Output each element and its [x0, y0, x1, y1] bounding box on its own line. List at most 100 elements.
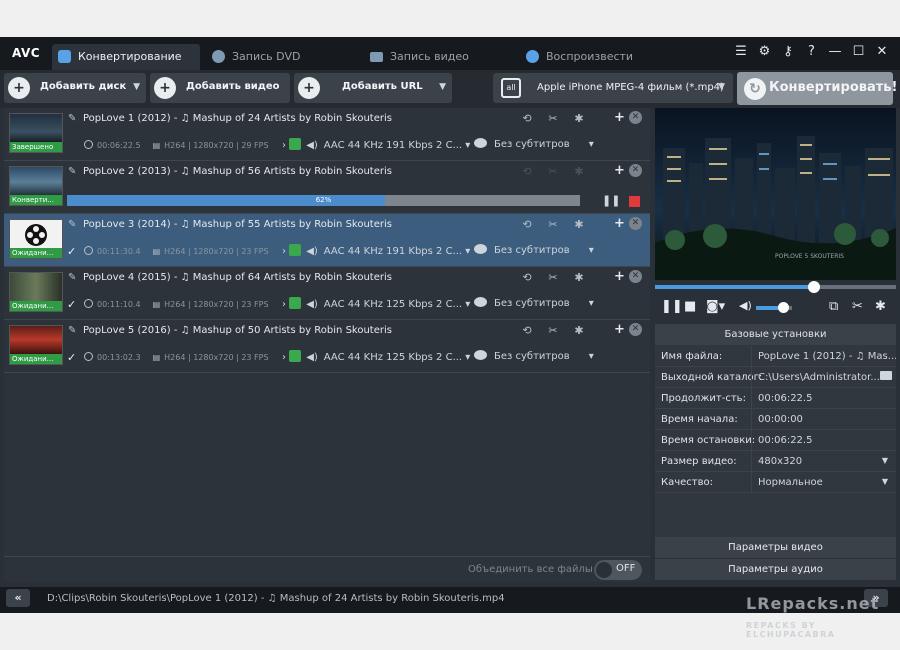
stop-icon[interactable]: ■ [684, 299, 696, 314]
checkbox[interactable]: ✓ [67, 298, 76, 311]
sync-icon[interactable]: ⟲ [514, 112, 540, 125]
subtitles-select[interactable]: Без субтитров ▾ [474, 297, 594, 309]
audio-select[interactable]: › ◀) AAC 44 KHz 125 Kbps 2 C... ▾ [282, 350, 470, 363]
film-icon: ▤ [152, 141, 161, 150]
seek-bar[interactable] [655, 281, 896, 293]
add-video-button[interactable]: + Добавить видео [150, 73, 290, 103]
add-icon[interactable]: + [614, 110, 625, 125]
merge-toggle[interactable]: OFF [594, 560, 642, 580]
list-item[interactable]: Ожидани... ✎ PopLove 3 (2014) - ♫ Mashup… [4, 214, 650, 267]
start-time-field[interactable]: 00:00:00 [751, 409, 896, 430]
conversion-progress: 62% [67, 195, 580, 206]
effects-icon[interactable]: ✱ [566, 112, 592, 125]
remove-icon[interactable]: ✕ [629, 323, 642, 336]
effects-icon[interactable]: ✱ [875, 299, 886, 314]
tab-record[interactable]: Запись видео [364, 44, 514, 70]
file-title[interactable]: PopLove 5 (2016) - ♫ Mashup of 50 Artist… [83, 325, 392, 336]
scissors-icon[interactable]: ✂ [540, 271, 566, 284]
close-icon[interactable]: ✕ [872, 44, 892, 59]
crop-icon[interactable]: ⧉ [829, 299, 838, 314]
remove-icon[interactable]: ✕ [629, 217, 642, 230]
gear-icon[interactable]: ⚙ [755, 44, 775, 59]
prev-button[interactable]: « [6, 589, 30, 607]
remove-icon[interactable]: ✕ [629, 111, 642, 124]
scissors-icon[interactable]: ✂ [852, 299, 863, 314]
checkbox[interactable]: ✓ [67, 351, 76, 364]
stop-time-field[interactable]: 00:06:22.5 [751, 430, 896, 451]
add-icon[interactable]: + [614, 322, 625, 337]
help-icon[interactable]: ? [802, 44, 822, 59]
volume-slider[interactable] [756, 302, 792, 313]
file-title[interactable]: PopLove 1 (2012) - ♫ Mashup of 24 Artist… [83, 113, 392, 124]
folder-icon[interactable] [880, 371, 892, 380]
video-size-select[interactable]: 480x320 [751, 451, 896, 472]
effects-icon[interactable]: ✱ [566, 218, 592, 231]
scissors-icon[interactable]: ✂ [540, 324, 566, 337]
add-icon[interactable]: + [614, 163, 625, 178]
convert-button[interactable]: ↻ Конвертировать! [737, 72, 897, 105]
chevron-down-icon[interactable]: ▼ [133, 82, 140, 92]
add-icon[interactable]: + [614, 216, 625, 231]
tab-dvd[interactable]: Запись DVD [206, 44, 356, 70]
edit-icon[interactable]: ✎ [68, 272, 76, 283]
maximize-icon[interactable]: ☐ [849, 44, 869, 59]
seek-handle[interactable] [808, 281, 821, 293]
window-controls: ☰ ⚙ ⚷ ? — ☐ ✕ [731, 44, 892, 64]
edit-icon[interactable]: ✎ [68, 166, 76, 177]
checkbox[interactable]: ✓ [67, 245, 76, 258]
pause-icon[interactable]: ❚❚ [602, 194, 620, 207]
subtitles-select[interactable]: Без субтитров ▾ [474, 350, 594, 362]
file-name-field[interactable]: PopLove 1 (2012) - ♫ Mas... [751, 346, 896, 367]
add-icon[interactable]: + [614, 269, 625, 284]
output-dir-field[interactable]: C:\Users\Administrator... [751, 367, 896, 388]
list-item[interactable]: Ожидани... ✎ PopLove 5 (2016) - ♫ Mashup… [4, 320, 650, 373]
file-title[interactable]: PopLove 4 (2015) - ♫ Mashup of 64 Artist… [83, 272, 392, 283]
audio-select[interactable]: › ◀) AAC 44 KHz 125 Kbps 2 C... ▾ [282, 297, 470, 310]
subtitles-select[interactable]: Без субтитров ▾ [474, 244, 594, 256]
menu-icon[interactable]: ☰ [731, 44, 751, 59]
tab-convert[interactable]: Конвертирование [52, 44, 200, 70]
phone-icon [289, 297, 302, 309]
video-preview[interactable]: POPLOVE 5 SKOUTERIS [655, 108, 896, 280]
stop-icon[interactable] [629, 196, 640, 207]
sync-icon[interactable]: ⟲ [514, 218, 540, 231]
tab-play[interactable]: Воспроизвести [520, 44, 670, 70]
minimize-icon[interactable]: — [825, 44, 845, 59]
effects-icon[interactable]: ✱ [566, 324, 592, 337]
audio-select[interactable]: › ◀) AAC 44 KHz 191 Kbps 2 C... ▾ [282, 138, 470, 151]
audio-select[interactable]: › ◀) AAC 44 KHz 191 Kbps 2 C... ▾ [282, 244, 470, 257]
sync-icon[interactable]: ⟲ [514, 271, 540, 284]
pause-icon[interactable]: ❚❚ [661, 299, 683, 314]
edit-icon[interactable]: ✎ [68, 325, 76, 336]
scissors-icon[interactable]: ✂ [540, 218, 566, 231]
add-url-button[interactable]: + Добавить URL ▼ [294, 73, 452, 103]
chevron-down-icon: ▾ [588, 139, 594, 150]
chevron-down-icon[interactable]: ▼ [882, 477, 888, 486]
chevron-down-icon[interactable]: ▼ [882, 456, 888, 465]
video-params-button[interactable]: Параметры видео [655, 537, 896, 558]
edit-icon[interactable]: ✎ [68, 113, 76, 124]
audio-params-button[interactable]: Параметры аудио [655, 559, 896, 580]
list-item[interactable]: Завершено ✎ PopLove 1 (2012) - ♫ Mashup … [4, 108, 650, 161]
output-profile-select[interactable]: all Apple iPhone MPEG-4 фильм (*.mp4) ▼ [493, 73, 733, 103]
scissors-icon[interactable]: ✂ [540, 112, 566, 125]
list-item[interactable]: Конверти... ✎ PopLove 2 (2013) - ♫ Mashu… [4, 161, 650, 214]
quality-select[interactable]: Нормальное [751, 472, 896, 493]
volume-handle[interactable] [778, 302, 789, 313]
edit-icon[interactable]: ✎ [68, 219, 76, 230]
speaker-icon: ◀) [306, 246, 318, 257]
effects-icon[interactable]: ✱ [566, 271, 592, 284]
clock-icon [84, 246, 93, 255]
list-item[interactable]: Ожидани... ✎ PopLove 4 (2015) - ♫ Mashup… [4, 267, 650, 320]
sync-icon[interactable]: ⟲ [514, 324, 540, 337]
file-title[interactable]: PopLove 2 (2013) - ♫ Mashup of 56 Artist… [83, 166, 392, 177]
chevron-down-icon[interactable]: ▼ [439, 82, 446, 92]
volume-icon[interactable]: ◀) [739, 299, 752, 312]
remove-icon[interactable]: ✕ [629, 164, 642, 177]
subtitles-select[interactable]: Без субтитров ▾ [474, 138, 594, 150]
file-title[interactable]: PopLove 3 (2014) - ♫ Mashup of 55 Artist… [83, 219, 392, 230]
key-icon[interactable]: ⚷ [778, 44, 798, 59]
add-disc-button[interactable]: + Добавить диск ▼ [4, 73, 146, 103]
remove-icon[interactable]: ✕ [629, 270, 642, 283]
snapshot-icon[interactable]: ◙▾ [706, 299, 725, 314]
